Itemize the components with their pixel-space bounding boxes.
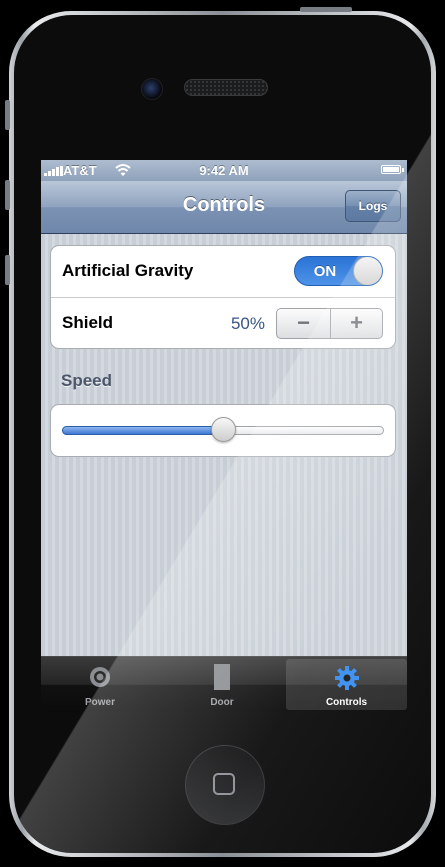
tab-power[interactable]: Power bbox=[41, 657, 159, 711]
battery-nub bbox=[402, 168, 404, 172]
stepper-increment-button[interactable]: + bbox=[330, 309, 382, 338]
volume-down-button bbox=[5, 255, 10, 285]
shield-label: Shield bbox=[62, 313, 114, 332]
speed-section-header: Speed bbox=[61, 371, 113, 390]
tab-power-label: Power bbox=[84, 697, 115, 708]
battery-icon bbox=[381, 165, 401, 174]
volume-up-button bbox=[5, 180, 10, 210]
home-button[interactable] bbox=[185, 745, 265, 825]
speed-group bbox=[50, 404, 396, 457]
gravity-label: Artificial Gravity bbox=[62, 261, 194, 280]
gravity-row: Artificial Gravity ON bbox=[51, 246, 395, 297]
home-square-icon bbox=[213, 773, 235, 795]
shield-stepper: − + bbox=[276, 308, 383, 339]
tab-controls-label: Controls bbox=[325, 697, 368, 708]
speed-slider-fill bbox=[62, 426, 224, 435]
gravity-toggle[interactable]: ON bbox=[294, 256, 383, 286]
tab-bar: Power Door Controls bbox=[41, 656, 407, 711]
navigation-bar: Controls Logs bbox=[41, 181, 407, 234]
mute-switch bbox=[5, 100, 10, 130]
screen: AT&T 9:42 AM Controls Logs Artificial Gr… bbox=[41, 160, 407, 711]
earpiece-speaker bbox=[184, 79, 268, 96]
sleep-button bbox=[300, 7, 352, 12]
logs-button[interactable]: Logs bbox=[345, 190, 401, 222]
front-camera bbox=[141, 78, 163, 100]
toggle-knob bbox=[353, 257, 382, 285]
status-time: 9:42 AM bbox=[199, 163, 249, 178]
tab-door-label: Door bbox=[210, 697, 234, 708]
tab-door[interactable]: Door bbox=[163, 657, 281, 711]
shield-row: Shield 50% − + bbox=[51, 298, 395, 349]
gear-icon bbox=[334, 666, 359, 690]
door-icon bbox=[214, 664, 230, 690]
power-icon bbox=[90, 667, 110, 687]
speed-slider-thumb[interactable] bbox=[211, 417, 236, 442]
settings-group-main: Artificial Gravity ON Shield 50% − + bbox=[50, 245, 396, 349]
tab-controls[interactable]: Controls bbox=[286, 659, 407, 710]
settings-content: Artificial Gravity ON Shield 50% − + Spe… bbox=[41, 234, 407, 656]
status-bar: AT&T 9:42 AM bbox=[41, 160, 407, 181]
toggle-on-label: ON bbox=[313, 263, 337, 280]
shield-value: 50% bbox=[230, 314, 265, 333]
stepper-decrement-button[interactable]: − bbox=[277, 309, 331, 338]
